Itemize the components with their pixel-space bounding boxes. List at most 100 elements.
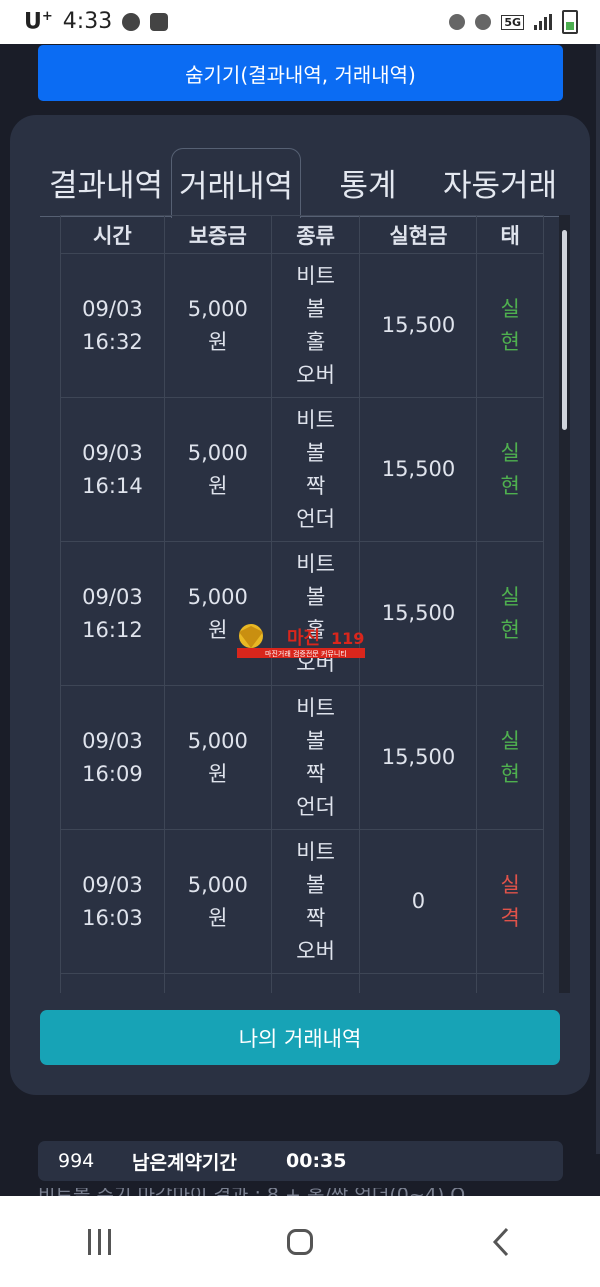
cell-realized-line: 0 xyxy=(411,889,426,913)
trade-table-container[interactable]: 시간 보증금 종류 실현금 태 09/03 16:32 5,000 원 비트 볼 홀 오버 15… xyxy=(60,215,570,993)
cell-type-line: 짝 xyxy=(305,761,326,786)
cell-type: 비트 볼 짝 언더 xyxy=(270,397,361,542)
cell-type: 비트볼 짝오버 xyxy=(270,829,361,974)
cell-type-line: 언더 xyxy=(296,794,335,819)
cell-type-line: 볼 xyxy=(305,584,326,609)
contract-number: 994 xyxy=(58,1150,95,1172)
cell-realized: 15,500 xyxy=(359,253,478,398)
tab-stats[interactable]: 통계 xyxy=(308,148,428,216)
page-scrollbar[interactable] xyxy=(596,44,600,1154)
cell-time-line: 09/03 xyxy=(82,296,143,321)
contract-label: 남은계약기간 xyxy=(132,1151,237,1174)
cell-time-line: 09/03 xyxy=(82,584,143,609)
cell-type-line: 오버 xyxy=(296,938,335,963)
cell-realized-line: 15,500 xyxy=(381,745,456,769)
cell-realized: 15,500 xyxy=(359,541,478,686)
cell-type-line: 언더 xyxy=(296,506,335,531)
cell-type-line: 비트 xyxy=(296,695,335,720)
trade-table: 시간 보증금 종류 실현금 태 09/03 16:32 5,000 원 비트 볼 홀 오버 15… xyxy=(60,215,544,993)
tab-bar: 결과내역 거래내역 통계 자동거래 xyxy=(40,148,568,218)
cell-deposit-line: 5,000 xyxy=(187,872,248,897)
cell-deposit-line: 5,000 xyxy=(187,440,248,465)
cell-time-line: 16:03 xyxy=(82,905,143,930)
cell-status-line: 실 xyxy=(500,872,520,897)
cell-time: 09/03 16:32 xyxy=(60,253,165,398)
table-scrollbar[interactable] xyxy=(559,215,570,993)
cell-deposit-line: 5,000 xyxy=(187,296,248,321)
cell-deposit xyxy=(163,973,272,993)
column-header-status: 태 xyxy=(476,215,544,254)
cell-realized xyxy=(359,973,478,993)
watermark-subtitle: 마진거래 검증전문 커뮤니티 xyxy=(265,649,347,658)
cell-deposit-line: 원 xyxy=(208,473,228,498)
table-scroll-thumb[interactable] xyxy=(562,230,567,430)
cell-deposit: 5,000 원 xyxy=(163,685,272,830)
watermark-brand: 마진 xyxy=(287,628,320,649)
cell-type-line: 짝 xyxy=(305,905,326,930)
cell-time-line: 16:14 xyxy=(82,473,143,498)
cell-type-line: 짝 xyxy=(305,473,326,498)
table-row: 09/03 16:09 5,000 원 비트 볼 짝 언더 15,500 실 현 xyxy=(60,685,544,830)
column-header-realized: 실현금 xyxy=(359,215,478,254)
svg-text:119: 119 xyxy=(331,629,364,648)
carrier-label: U+ xyxy=(24,9,53,35)
cell-type-line: 볼 xyxy=(305,872,326,897)
cell-realized: 15,500 xyxy=(359,685,478,830)
cell-type-line: 비트 xyxy=(296,407,335,432)
cell-time: 09/03 16:09 xyxy=(60,685,165,830)
cell-deposit: 5,000 원 xyxy=(163,541,272,686)
tab-auto-trade[interactable]: 자동거래 xyxy=(432,148,568,216)
cell-deposit-line: 원 xyxy=(208,329,228,354)
cell-type-line: 오버 xyxy=(296,362,335,387)
alarm-icon xyxy=(475,14,492,30)
navigation-bar xyxy=(0,1196,600,1287)
table-row: 09/03 16:14 5,000 원 비트 볼 짝 언더 15,500 실 현 xyxy=(60,397,544,542)
cell-type-line: 홀 xyxy=(305,329,326,354)
column-header-deposit: 보증금 xyxy=(163,215,272,254)
column-header-time: 시간 xyxy=(60,215,165,254)
cell-time-line: 09/03 xyxy=(82,872,143,897)
recents-icon[interactable] xyxy=(88,1228,112,1255)
battery-icon xyxy=(562,10,578,34)
cell-deposit: 5,000 원 xyxy=(163,253,272,398)
cell-realized-line: 15,500 xyxy=(381,313,456,337)
cell-time: 09/03 16:12 xyxy=(60,541,165,686)
recycle-icon xyxy=(449,14,466,30)
cell-status-line: 실 xyxy=(500,296,520,321)
watermark-logo: 마진 119 마진거래 검증전문 커뮤니티 xyxy=(237,624,365,658)
cell-deposit: 5,000 원 xyxy=(163,397,272,542)
cell-status: 실현 xyxy=(476,397,544,542)
cell-type-line: 볼 xyxy=(305,296,326,321)
cell-type: 비트볼 홀오버 xyxy=(270,253,361,398)
clock: 4:33 xyxy=(62,9,113,35)
cell-realized: 15,500 xyxy=(359,397,478,542)
cell-status-line: 현 xyxy=(500,473,520,498)
cell-realized-line: 15,500 xyxy=(381,601,456,625)
cell-type-line: 볼 xyxy=(305,728,326,753)
table-row: 09/03 16:32 5,000 원 비트볼 홀오버 15,500 실 현 xyxy=(60,253,544,398)
home-icon[interactable] xyxy=(287,1228,314,1255)
cell-status: 실격 xyxy=(476,829,544,974)
cell-status-line: 격 xyxy=(500,905,520,930)
tab-results[interactable]: 결과내역 xyxy=(42,148,170,216)
cell-time-line: 16:09 xyxy=(82,761,143,786)
cell-status: 실현 xyxy=(476,253,544,398)
cell-time-line: 09/03 xyxy=(82,440,143,465)
cell-status-line: 현 xyxy=(500,617,520,642)
my-trades-button[interactable]: 나의 거래내역 xyxy=(40,1010,560,1065)
tab-trades[interactable]: 거래내역 xyxy=(171,148,301,218)
cell-type-line: 비트 xyxy=(296,263,335,288)
hide-results-button[interactable]: 숨기기(결과내역, 거래내역) xyxy=(38,45,563,101)
cell-deposit-line: 5,000 xyxy=(187,584,248,609)
cell-status xyxy=(476,973,544,993)
back-icon[interactable] xyxy=(490,1226,512,1258)
gallery-icon xyxy=(150,12,169,31)
cell-type: 비트볼 짝언더 xyxy=(270,685,361,830)
cell-type: 비트 볼 홀 오버 xyxy=(270,541,361,686)
cell-type-line: 비트 xyxy=(296,839,335,864)
cell-time: 09/03 16:03 xyxy=(60,829,165,974)
cell-status: 실현 xyxy=(476,685,544,830)
network-label: 5G xyxy=(501,14,524,30)
cell-deposit-line: 원 xyxy=(208,905,228,930)
table-row: 비트 xyxy=(60,973,544,993)
